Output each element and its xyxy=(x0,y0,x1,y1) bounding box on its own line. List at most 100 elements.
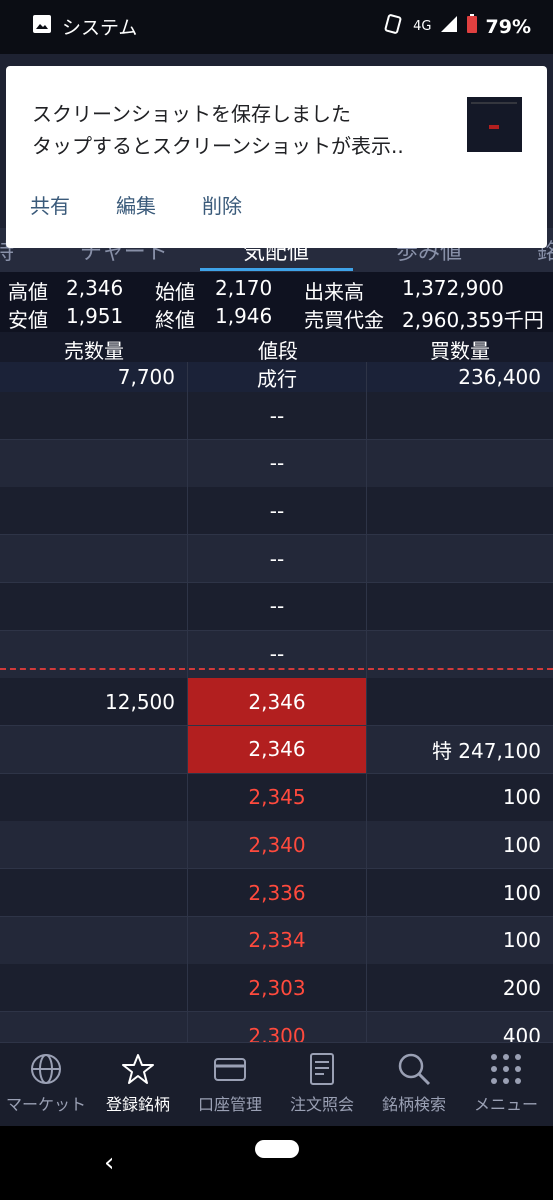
notification-subtitle: タップするとスクリーンショットが表示.. xyxy=(32,134,404,158)
nav-orders[interactable]: 注文照会 xyxy=(276,1051,368,1115)
nav-market-label: マーケット xyxy=(5,1095,86,1114)
price-level: -- xyxy=(188,392,367,439)
battery-icon xyxy=(466,14,478,39)
nav-search-label: 銘柄検索 xyxy=(381,1095,446,1114)
summary-value-low: 1,951 xyxy=(66,304,124,328)
order-book-row[interactable]: 12,500 2,346 xyxy=(0,678,553,727)
buy-quantity: 200 xyxy=(502,975,541,1000)
order-book-row[interactable]: 2,346 特 247,100 xyxy=(0,725,553,774)
summary-label-volume: 出来高 xyxy=(304,280,364,304)
order-book-row[interactable]: -- xyxy=(0,439,553,488)
buy-quantity xyxy=(366,440,553,487)
price-level: -- xyxy=(188,535,367,583)
header-price: 値段 xyxy=(258,339,298,363)
sell-quantity xyxy=(0,535,188,583)
nav-watchlist-label: 登録銘柄 xyxy=(105,1095,170,1114)
price-level: 2,346 xyxy=(188,725,367,773)
header-sell-qty: 売数量 xyxy=(64,339,124,363)
buy-quantity xyxy=(366,631,553,678)
buy-quantity: 100 xyxy=(502,928,541,953)
network-label: 4G xyxy=(413,19,432,34)
buy-quantity xyxy=(366,487,553,534)
nav-search[interactable]: 銘柄検索 xyxy=(368,1051,460,1115)
system-nav-bar: ‹ xyxy=(0,1126,553,1200)
price-level: 2,334 xyxy=(188,916,367,964)
sell-quantity xyxy=(0,773,188,821)
price-level: -- xyxy=(188,439,367,487)
status-app-label: システム xyxy=(62,17,138,39)
edit-button[interactable]: 編集 xyxy=(116,190,156,219)
sell-quantity: 7,700 xyxy=(0,362,188,392)
summary-label-high: 高値 xyxy=(8,280,48,304)
price-summary: 高値 2,346 始値 2,170 出来高 1,372,900 安値 1,951… xyxy=(0,272,553,332)
summary-row-1: 高値 2,346 始値 2,170 出来高 1,372,900 xyxy=(0,276,553,304)
sell-quantity xyxy=(0,964,188,1012)
status-bar: システム 4G 79% xyxy=(0,0,553,54)
screenshot-notification[interactable]: スクリーンショットを保存しました タップするとスクリーンショットが表示.. 共有… xyxy=(6,66,547,248)
home-pill[interactable] xyxy=(255,1140,299,1158)
order-book-row[interactable]: -- xyxy=(0,630,553,679)
battery-level: 79% xyxy=(485,15,531,38)
order-book-row[interactable]: -- xyxy=(0,535,553,584)
order-book-row[interactable]: -- xyxy=(0,582,553,631)
buy-quantity xyxy=(366,535,553,582)
order-book-row[interactable]: 2,334 100 xyxy=(0,916,553,965)
buy-quantity: 100 xyxy=(502,832,541,857)
globe-icon xyxy=(31,1054,61,1084)
sell-quantity xyxy=(0,392,188,439)
order-book-row[interactable]: 2,345 100 xyxy=(0,773,553,822)
order-book-header: 売数量 値段 買数量 xyxy=(0,332,553,363)
back-icon[interactable]: ‹ xyxy=(104,1148,114,1178)
screenshot-thumbnail[interactable] xyxy=(467,97,522,152)
nav-menu-label: メニュー xyxy=(473,1095,538,1114)
bottom-navigation: マーケット 登録銘柄 口座管理 注文照会 銘柄検索 メニュー xyxy=(0,1042,553,1127)
nav-menu[interactable]: メニュー xyxy=(460,1051,552,1115)
sell-quantity xyxy=(0,821,188,869)
sell-quantity xyxy=(0,916,188,964)
search-icon xyxy=(398,1053,431,1086)
sell-quantity xyxy=(0,487,188,535)
star-icon xyxy=(122,1054,154,1084)
summary-value-volume: 1,372,900 xyxy=(402,276,504,300)
document-icon xyxy=(310,1053,334,1085)
nav-watchlist[interactable]: 登録銘柄 xyxy=(92,1051,184,1115)
current-price-divider xyxy=(0,668,553,670)
nav-account[interactable]: 口座管理 xyxy=(184,1051,276,1115)
notification-title: スクリーンショットを保存しました xyxy=(32,102,351,126)
card-icon xyxy=(214,1058,246,1081)
price-level: 2,303 xyxy=(188,964,367,1012)
summary-label-low: 安値 xyxy=(8,308,48,332)
order-book-row[interactable]: 7,700 成行 236,400 xyxy=(0,362,553,393)
sell-quantity: 12,500 xyxy=(0,678,188,726)
grid-icon xyxy=(491,1054,521,1084)
nfc-icon xyxy=(383,13,405,40)
price-level: 2,346 xyxy=(188,678,367,726)
nav-orders-label: 注文照会 xyxy=(289,1095,354,1114)
price-level: 成行 xyxy=(188,362,367,392)
summary-value-close: 1,946 xyxy=(215,304,273,328)
sell-quantity xyxy=(0,869,188,916)
price-level: 2,345 xyxy=(188,773,367,821)
sell-quantity xyxy=(0,582,188,630)
order-book-row[interactable]: -- xyxy=(0,487,553,536)
buy-quantity xyxy=(366,678,553,725)
share-button[interactable]: 共有 xyxy=(30,190,70,219)
delete-button[interactable]: 削除 xyxy=(202,190,242,219)
buy-quantity xyxy=(366,583,553,630)
buy-quantity: 100 xyxy=(502,785,541,810)
price-level: -- xyxy=(188,487,367,535)
summary-label-close: 終値 xyxy=(155,308,195,332)
order-book-row[interactable]: 2,336 100 xyxy=(0,869,553,917)
summary-row-2: 安値 1,951 終値 1,946 売買代金 2,960,359千円 xyxy=(0,304,553,332)
summary-value-turnover: 2,960,359千円 xyxy=(402,308,544,332)
price-level: 2,336 xyxy=(188,869,367,916)
sell-quantity xyxy=(0,439,188,487)
buy-quantity xyxy=(366,392,553,439)
order-book-row[interactable]: -- xyxy=(0,392,553,440)
nav-market[interactable]: マーケット xyxy=(0,1051,92,1115)
order-book-row[interactable]: 2,340 100 xyxy=(0,821,553,870)
nav-account-label: 口座管理 xyxy=(197,1095,262,1114)
order-book-row[interactable]: 2,303 200 xyxy=(0,964,553,1013)
signal-icon xyxy=(440,15,458,38)
buy-quantity: 236,400 xyxy=(458,365,541,389)
